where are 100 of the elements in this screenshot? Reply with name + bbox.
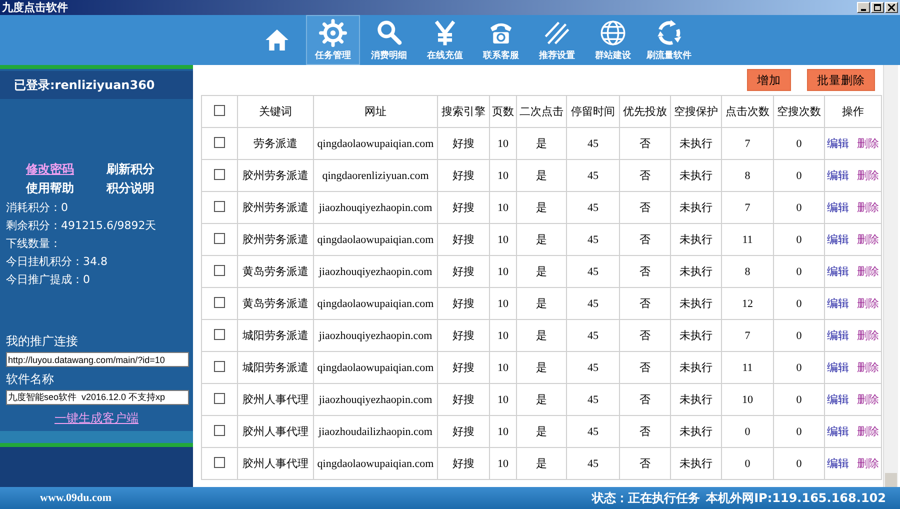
edit-link[interactable]: 编辑 <box>827 457 849 470</box>
field-label: 我的推广连接 <box>5 333 79 350</box>
table-cell: 11 <box>722 224 774 256</box>
table-cell: jiaozhouqiyezhaopin.com <box>314 384 438 416</box>
software-name-field[interactable]: 九度智能seo软件 v2016.12.0 不支持xp <box>6 390 189 405</box>
table-cell: 未执行 <box>670 160 722 192</box>
delete-link[interactable]: 删除 <box>857 137 879 150</box>
table-cell: 好搜 <box>438 160 490 192</box>
edit-link[interactable]: 编辑 <box>827 393 849 406</box>
sidebar-link[interactable]: 修改密码 <box>20 161 106 178</box>
table-cell: 否 <box>620 352 670 384</box>
table-cell: 黄岛劳务派遣 <box>238 256 314 288</box>
delete-link[interactable]: 删除 <box>857 329 879 342</box>
column-header: 操作 <box>824 96 882 128</box>
table-cell: 45 <box>566 288 620 320</box>
refresh-icon <box>655 18 683 46</box>
toolbar-button[interactable]: 刷流量软件 <box>642 15 696 65</box>
edit-link[interactable]: 编辑 <box>827 297 849 310</box>
table-cell: qingdaolaowupaiqian.com <box>314 288 438 320</box>
delete-link[interactable]: 删除 <box>857 265 879 278</box>
edit-link[interactable]: 编辑 <box>827 169 849 182</box>
sidebar-link[interactable]: 积分说明 <box>106 180 193 197</box>
delete-link[interactable]: 删除 <box>857 393 879 406</box>
table-cell: 是 <box>516 160 566 192</box>
table-cell: jiaozhouqiyezhaopin.com <box>314 256 438 288</box>
minimize-button[interactable] <box>857 2 870 13</box>
edit-link[interactable]: 编辑 <box>827 361 849 374</box>
checkbox[interactable] <box>214 200 225 212</box>
ip-text: 本机外网IP:119.165.168.102 <box>706 490 886 506</box>
stat-text: 今日推广提成：0 <box>6 272 91 287</box>
sidebar-link[interactable]: 刷新积分 <box>106 161 193 178</box>
table-cell: 未执行 <box>670 448 722 480</box>
table-cell: jiaozhouqiyezhaopin.com <box>314 320 438 352</box>
maximize-button[interactable] <box>871 2 884 13</box>
table-cell: 0 <box>774 384 824 416</box>
table-cell: 0 <box>774 416 824 448</box>
table-cell: 否 <box>620 256 670 288</box>
column-header: 关键词 <box>238 96 314 128</box>
checkbox[interactable] <box>214 424 225 436</box>
table-cell: 是 <box>516 320 566 352</box>
edit-link[interactable]: 编辑 <box>827 201 849 214</box>
table-cell: 城阳劳务派遣 <box>238 320 314 352</box>
table-cell: 否 <box>620 288 670 320</box>
table-cell: 否 <box>620 192 670 224</box>
table-cell: 好搜 <box>438 448 490 480</box>
toolbar-button[interactable]: 推荐设置 <box>530 15 584 65</box>
edit-link[interactable]: 编辑 <box>827 265 849 278</box>
table-cell: qingdaorenliziyuan.com <box>314 160 438 192</box>
table-cell: 0 <box>774 160 824 192</box>
edit-link[interactable]: 编辑 <box>827 425 849 438</box>
edit-link[interactable]: 编辑 <box>827 137 849 150</box>
toolbar-button[interactable]: 群站建设 <box>586 15 640 65</box>
table-cell: 胶州劳务派遣 <box>238 160 314 192</box>
status-text: 状态：正在执行任务 <box>592 490 700 506</box>
sidebar-link[interactable]: 使用帮助 <box>20 180 106 197</box>
delete-link[interactable]: 删除 <box>857 233 879 246</box>
promo-link-field[interactable]: http://luyou.datawang.com/main/?id=10 <box>6 352 189 367</box>
checkbox[interactable] <box>214 296 225 308</box>
delete-link[interactable]: 删除 <box>857 425 879 438</box>
checkbox[interactable] <box>214 104 225 116</box>
table-cell: 好搜 <box>438 352 490 384</box>
column-header: 二次点击 <box>516 96 566 128</box>
delete-link[interactable]: 删除 <box>857 297 879 310</box>
checkbox[interactable] <box>214 360 225 372</box>
toolbar-button[interactable]: 联系客服 <box>474 15 528 65</box>
checkbox[interactable] <box>214 328 225 340</box>
action-button[interactable]: 增加 <box>747 69 791 91</box>
table-cell: 10 <box>490 192 516 224</box>
scrollbar[interactable] <box>883 65 898 487</box>
table-cell: 45 <box>566 384 620 416</box>
action-button[interactable]: 批量删除 <box>807 69 875 91</box>
column-header: 点击次数 <box>722 96 774 128</box>
edit-link[interactable]: 编辑 <box>827 233 849 246</box>
table-cell: 45 <box>566 128 620 160</box>
edit-link[interactable]: 编辑 <box>827 329 849 342</box>
table-cell: 是 <box>516 128 566 160</box>
table-cell: 10 <box>490 320 516 352</box>
close-button[interactable] <box>885 2 898 13</box>
website-text: www.09du.com <box>40 492 112 504</box>
table-cell: jiaozhouqiyezhaopin.com <box>314 192 438 224</box>
column-header: 空搜次数 <box>774 96 824 128</box>
toolbar-button[interactable]: 在线充值 <box>418 15 472 65</box>
checkbox[interactable] <box>214 264 225 276</box>
delete-link[interactable]: 删除 <box>857 361 879 374</box>
checkbox[interactable] <box>214 168 225 180</box>
checkbox[interactable] <box>214 392 225 404</box>
table-cell: 是 <box>516 224 566 256</box>
delete-link[interactable]: 删除 <box>857 201 879 214</box>
table-cell: 黄岛劳务派遣 <box>238 288 314 320</box>
checkbox[interactable] <box>214 456 225 468</box>
toolbar-button[interactable]: 消费明细 <box>362 15 416 65</box>
checkbox[interactable] <box>214 232 225 244</box>
generate-client-link[interactable]: 一键生成客户端 <box>54 410 138 427</box>
delete-link[interactable]: 删除 <box>857 169 879 182</box>
checkbox[interactable] <box>214 136 225 148</box>
table-cell: 好搜 <box>438 384 490 416</box>
table-cell: 45 <box>566 416 620 448</box>
delete-link[interactable]: 删除 <box>857 457 879 470</box>
table-cell: 是 <box>516 256 566 288</box>
table-cell: 是 <box>516 192 566 224</box>
